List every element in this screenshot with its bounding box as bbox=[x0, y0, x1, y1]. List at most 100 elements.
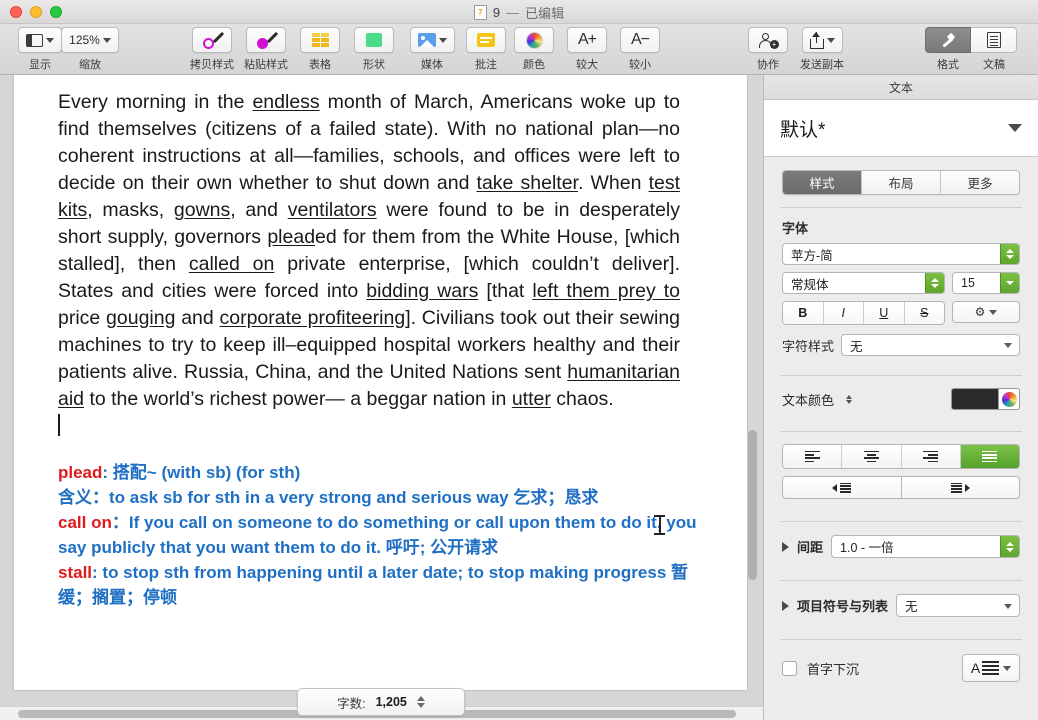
chevron-down-icon bbox=[1004, 343, 1012, 348]
display-button[interactable] bbox=[18, 27, 62, 53]
title-separator: — bbox=[506, 4, 520, 20]
character-style-select[interactable]: 无 bbox=[841, 334, 1020, 356]
inspector-header: 文本 bbox=[764, 75, 1038, 100]
font-size-select[interactable]: 15 bbox=[952, 272, 1020, 294]
increase-indent-button[interactable] bbox=[901, 476, 1020, 499]
table-icon bbox=[311, 33, 329, 47]
share-label: 发送副本 bbox=[800, 59, 844, 71]
toolbar-font-smaller[interactable]: A− 较小 bbox=[608, 27, 672, 72]
inspector-tabs[interactable]: 样式 布局 更多 bbox=[782, 170, 1020, 195]
tab-more[interactable]: 更多 bbox=[941, 171, 1019, 194]
toolbar-zoom[interactable]: 125% 缩放 bbox=[58, 27, 122, 72]
zoom-level-value: 125% bbox=[69, 33, 100, 47]
comment-button[interactable] bbox=[466, 27, 506, 53]
collaborate-icon: + bbox=[758, 32, 779, 49]
toolbar-shape[interactable]: 形状 bbox=[342, 27, 406, 72]
line-spacing-value: 1.0 - 一倍 bbox=[840, 541, 894, 555]
bold-button[interactable]: B bbox=[783, 302, 824, 324]
align-left-button[interactable] bbox=[783, 445, 843, 468]
text-alignment-buttons[interactable] bbox=[782, 444, 1020, 469]
align-center-button[interactable] bbox=[842, 445, 902, 468]
stepper-icon[interactable] bbox=[1000, 244, 1019, 264]
collaborate-button[interactable]: + bbox=[748, 27, 788, 53]
word-count-stepper[interactable] bbox=[416, 696, 425, 708]
window-title-bar: 7 9 — 已编辑 bbox=[0, 0, 1038, 24]
zoom-button[interactable]: 125% bbox=[61, 27, 119, 53]
stepper-icon[interactable] bbox=[1000, 536, 1019, 557]
chevron-down-icon bbox=[989, 309, 998, 315]
align-justify-button[interactable] bbox=[960, 445, 1019, 468]
disclosure-triangle-icon[interactable] bbox=[782, 541, 789, 552]
copy-style-button[interactable] bbox=[192, 27, 232, 53]
font-options-button[interactable]: ⚙ bbox=[952, 301, 1020, 323]
bullets-label: 项目符号与列表 bbox=[797, 599, 889, 614]
indent-lines-icon bbox=[840, 482, 852, 493]
align-justify-icon bbox=[982, 450, 998, 463]
format-label: 格式 bbox=[937, 59, 959, 71]
document-vertical-scrollbar[interactable] bbox=[748, 75, 757, 720]
note-line: 含义：to ask sb for sth in a very strong an… bbox=[58, 488, 599, 507]
text-color-swatch[interactable] bbox=[951, 388, 999, 410]
italic-button[interactable]: I bbox=[823, 302, 864, 324]
word-count-badge[interactable]: 字数: 1,205 bbox=[297, 688, 465, 716]
line-spacing-select[interactable]: 1.0 - 一倍 bbox=[831, 535, 1020, 558]
shape-label: 形状 bbox=[363, 59, 385, 71]
zoom-label: 缩放 bbox=[79, 59, 101, 71]
color-button[interactable] bbox=[514, 27, 554, 53]
character-style-value: 无 bbox=[850, 339, 863, 354]
paragraph-style-selector[interactable]: 默认* bbox=[764, 100, 1038, 157]
arrow-right-icon bbox=[964, 483, 970, 492]
paste-style-label: 粘贴样式 bbox=[244, 59, 288, 71]
document-canvas[interactable]: Every morning in the endless month of Ma… bbox=[0, 75, 763, 720]
font-section-title: 字体 bbox=[782, 221, 809, 236]
font-smaller-label: 较小 bbox=[629, 59, 651, 71]
font-family-select[interactable]: 苹方-简 bbox=[782, 243, 1020, 265]
drop-cap-checkbox[interactable] bbox=[782, 660, 797, 676]
format-panel-button[interactable] bbox=[925, 27, 971, 53]
stepper-icon[interactable] bbox=[925, 273, 944, 293]
drop-cap-icon: A bbox=[971, 660, 1000, 676]
tab-layout[interactable]: 布局 bbox=[862, 171, 941, 194]
format-inspector-panel: 文本 默认* 样式 布局 更多 字体 苹方-简 常规体 15 B I U S ⚙… bbox=[763, 75, 1038, 720]
comment-icon bbox=[477, 33, 495, 47]
eyedropper-fill-icon bbox=[257, 31, 279, 49]
view-mode-toggle[interactable]: 格式 文稿 bbox=[925, 27, 1017, 72]
text-color-label: 文本颜色 bbox=[782, 392, 835, 408]
vertical-scroll-thumb[interactable] bbox=[748, 430, 757, 580]
document-panel-button[interactable] bbox=[971, 27, 1017, 53]
toolbar-share[interactable]: 发送副本 bbox=[790, 27, 854, 72]
document-page[interactable]: Every morning in the endless month of Ma… bbox=[14, 75, 747, 690]
align-right-button[interactable] bbox=[901, 445, 961, 468]
chevron-down-icon bbox=[46, 37, 54, 43]
shape-button[interactable] bbox=[354, 27, 394, 53]
font-weight-select[interactable]: 常规体 bbox=[782, 272, 945, 294]
document-page-icon bbox=[986, 32, 1001, 48]
underline-button[interactable]: U bbox=[864, 302, 905, 324]
chevron-down-icon[interactable] bbox=[1000, 273, 1019, 293]
color-picker-button[interactable] bbox=[999, 388, 1020, 410]
decrease-indent-button[interactable] bbox=[782, 476, 902, 499]
font-bigger-button[interactable]: A+ bbox=[567, 27, 607, 53]
disclosure-triangle-icon[interactable] bbox=[782, 600, 789, 611]
share-button[interactable] bbox=[801, 27, 843, 53]
collaborate-label: 协作 bbox=[757, 59, 779, 71]
document-notes-block[interactable]: plead: 搭配~ (with sb) (for sth) 含义：to ask… bbox=[58, 460, 698, 610]
font-smaller-button[interactable]: A− bbox=[620, 27, 660, 53]
strikethrough-button[interactable]: S bbox=[904, 302, 944, 324]
align-right-icon bbox=[923, 450, 939, 463]
text-color-stepper[interactable] bbox=[846, 394, 853, 404]
document-body-paragraph[interactable]: Every morning in the endless month of Ma… bbox=[58, 89, 680, 440]
paste-style-button[interactable] bbox=[246, 27, 286, 53]
chevron-down-icon[interactable] bbox=[1008, 124, 1022, 132]
edited-status: 已编辑 bbox=[525, 5, 565, 21]
table-button[interactable] bbox=[300, 27, 340, 53]
indent-buttons[interactable] bbox=[764, 476, 1038, 509]
document-title: 9 bbox=[492, 4, 501, 20]
media-icon bbox=[417, 33, 436, 47]
media-button[interactable] bbox=[409, 27, 455, 53]
tab-style[interactable]: 样式 bbox=[783, 171, 862, 194]
bullets-select[interactable]: 无 bbox=[896, 594, 1020, 617]
drop-cap-style-button[interactable]: A bbox=[962, 654, 1020, 682]
drop-cap-label: 首字下沉 bbox=[807, 661, 860, 677]
font-style-buttons[interactable]: B I U S bbox=[782, 301, 945, 325]
